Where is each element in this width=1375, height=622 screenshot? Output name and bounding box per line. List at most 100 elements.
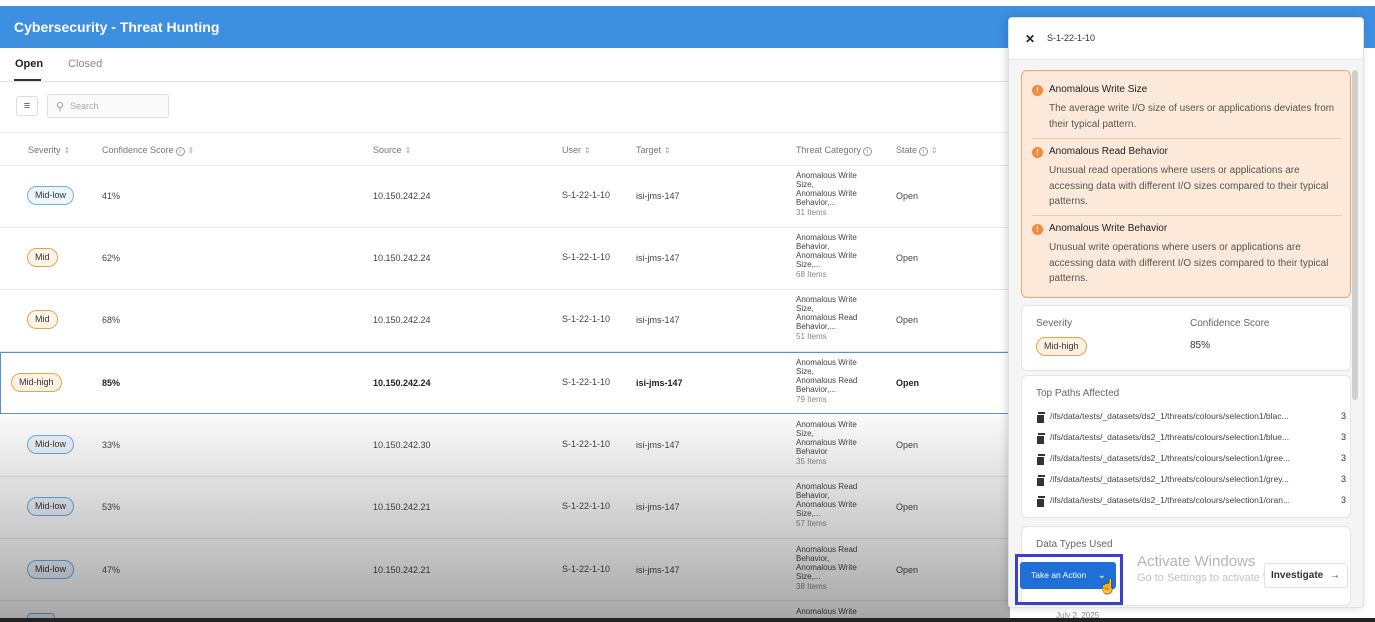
- confidence-cell: 53%: [102, 502, 121, 512]
- tab-bar: Open Closed: [0, 48, 1010, 82]
- state-cell: Open: [896, 440, 919, 450]
- search-icon: ⚲: [56, 101, 65, 113]
- source-cell: 10.150.242.21: [373, 502, 431, 512]
- column-header-confidence[interactable]: Confidence Score i ⇕: [102, 145, 194, 156]
- panel-scrollbar[interactable]: [1352, 70, 1358, 400]
- column-header-target[interactable]: Target ⇕: [636, 145, 671, 155]
- divider: [1032, 138, 1342, 139]
- detail-panel: ✕ S-1-22-1-10 ! Anomalous Write Size The…: [1008, 17, 1364, 608]
- severity-badge: Mid-high: [1036, 337, 1087, 356]
- source-cell: 10.150.242.21: [373, 565, 431, 575]
- search-input[interactable]: ⚲ Search: [47, 94, 169, 118]
- column-header-severity[interactable]: Severity ⇕: [28, 145, 70, 155]
- hand-cursor-icon: ☝: [1099, 578, 1117, 594]
- filter-button[interactable]: ≡: [16, 96, 38, 116]
- path-item[interactable]: /ifs/data/tests/_datasets/ds2_1/threats/…: [1036, 453, 1346, 467]
- item-count: 57 Items: [796, 519, 827, 528]
- close-icon[interactable]: ✕: [1025, 32, 1035, 46]
- confidence-cell: 68%: [102, 315, 121, 325]
- active-tab-indicator: [14, 79, 41, 81]
- target-cell: isi-jms-147: [636, 565, 680, 575]
- investigate-button[interactable]: Investigate →: [1264, 563, 1348, 588]
- state-cell: Open: [896, 191, 919, 201]
- alert-title: Anomalous Write Size: [1049, 84, 1148, 95]
- threat-category-cell: Anomalous Write Size, Anomalous Write Behav…: [796, 420, 857, 466]
- copy-icon: [1036, 454, 1045, 466]
- info-icon: i: [863, 147, 873, 156]
- severity-badge: Mid: [27, 248, 58, 267]
- bottom-bar: [0, 618, 1375, 622]
- column-header-source[interactable]: Source ⇕: [373, 145, 411, 155]
- path-item[interactable]: /ifs/data/tests/_datasets/ds2_1/threats/…: [1036, 474, 1346, 488]
- copy-icon: [1036, 433, 1045, 445]
- severity-badge: Mid: [27, 310, 58, 329]
- target-cell: isi-jms-147: [636, 315, 680, 325]
- threat-category-cell: Anomalous Read Behavior, Anomalous Write Si…: [796, 482, 858, 528]
- item-count: 31 Items: [796, 208, 827, 217]
- confidence-cell: 85%: [102, 378, 121, 388]
- user-cell: S-1-22-1-10: [562, 501, 611, 511]
- table-row[interactable]: Mid-low 47% 10.150.242.21 S-1-22-1-10 is…: [0, 539, 1010, 601]
- path-text: /ifs/data/tests/_datasets/ds2_1/threats/…: [1050, 453, 1291, 463]
- sort-icon: ⇕: [584, 146, 591, 155]
- app-window: Cybersecurity - Threat Hunting Open Clos…: [0, 0, 1375, 622]
- sort-icon: ⇕: [63, 146, 71, 155]
- path-count: 3: [1340, 432, 1346, 442]
- table-row[interactable]: Mid 68% 10.150.242.24 S-1-22-1-10 isi-jm…: [0, 290, 1010, 352]
- severity-badge: Mid-low: [27, 186, 75, 205]
- alert-description: Unusual write operations where users or …: [1049, 242, 1329, 284]
- state-cell: Open: [896, 253, 919, 263]
- top-paths-card: Top Paths Affected /ifs/data/tests/_data…: [1021, 375, 1351, 518]
- warning-icon: !: [1032, 147, 1043, 158]
- path-item[interactable]: /ifs/data/tests/_datasets/ds2_1/threats/…: [1036, 411, 1346, 425]
- threat-category-cell: Anomalous Write Behavior, Anomalous Write S…: [796, 233, 857, 279]
- path-count: 3: [1340, 453, 1346, 463]
- tab-closed[interactable]: Closed: [68, 58, 102, 70]
- target-cell: isi-jms-147: [636, 253, 680, 263]
- column-header-threat-category[interactable]: Threat Category i: [796, 145, 873, 156]
- table-row-selected[interactable]: Mid-high 85% 10.150.242.24 S-1-22-1-10 i…: [0, 352, 1010, 414]
- target-cell: isi-jms-147: [636, 440, 680, 450]
- path-text: /ifs/data/tests/_datasets/ds2_1/threats/…: [1050, 432, 1290, 442]
- table-row[interactable]: Mid 62% 10.150.242.24 S-1-22-1-10 isi-jm…: [0, 228, 1010, 290]
- path-item[interactable]: /ifs/data/tests/_datasets/ds2_1/threats/…: [1036, 432, 1346, 446]
- state-cell: Open: [896, 315, 919, 325]
- severity-badge: Mid-high: [11, 373, 62, 392]
- path-item[interactable]: /ifs/data/tests/_datasets/ds2_1/threats/…: [1036, 495, 1346, 509]
- path-text: /ifs/data/tests/_datasets/ds2_1/threats/…: [1050, 495, 1291, 505]
- state-cell: Open: [896, 565, 919, 575]
- path-text: /ifs/data/tests/_datasets/ds2_1/threats/…: [1050, 411, 1289, 421]
- table-row[interactable]: Mid-low 41% 10.150.242.24 S-1-22-1-10 is…: [0, 166, 1010, 228]
- threat-category-cell: Anomalous Write Size, Anomalous Read Behavi…: [796, 295, 858, 341]
- item-count: 35 Items: [796, 457, 827, 466]
- severity-badge: Mid-low: [27, 435, 75, 454]
- search-placeholder: Search: [70, 101, 99, 111]
- info-icon: i: [175, 147, 185, 156]
- table-row[interactable]: Mid-low 53% 10.150.242.21 S-1-22-1-10 is…: [0, 477, 1010, 539]
- arrow-right-icon: →: [1330, 570, 1340, 581]
- confidence-cell: 33%: [102, 440, 121, 450]
- confidence-cell: 62%: [102, 253, 121, 263]
- panel-title: S-1-22-1-10: [1047, 33, 1096, 43]
- state-cell: Open: [896, 502, 919, 512]
- source-cell: 10.150.242.24: [373, 378, 431, 388]
- filter-icon: ≡: [23, 100, 31, 112]
- sort-icon: ⇕: [404, 146, 412, 155]
- column-header-state[interactable]: State i ⇕: [896, 145, 938, 156]
- alert-description: Unusual read operations where users or a…: [1049, 165, 1329, 207]
- target-cell: isi-jms-147: [636, 191, 680, 201]
- alert-description: The average write I/O size of users or a…: [1049, 103, 1335, 130]
- sort-icon: ⇕: [187, 146, 195, 155]
- alert-title: Anomalous Write Behavior: [1049, 223, 1168, 234]
- source-cell: 10.150.242.24: [373, 253, 431, 263]
- table-row[interactable]: Mid-low 33% 10.150.242.30 S-1-22-1-10 is…: [0, 415, 1010, 477]
- tab-open[interactable]: Open: [15, 58, 43, 70]
- warning-icon: !: [1032, 224, 1043, 235]
- sort-icon: ⇕: [931, 146, 938, 155]
- data-types-title: Data Types Used: [1036, 539, 1113, 550]
- path-count: 3: [1340, 495, 1346, 505]
- confidence-cell: 47%: [102, 565, 121, 575]
- confidence-label: Confidence Score: [1190, 318, 1270, 329]
- column-header-user[interactable]: User ⇕: [562, 145, 591, 155]
- table-header: Severity ⇕ Confidence Score i ⇕ Source ⇕ Use…: [0, 132, 1010, 166]
